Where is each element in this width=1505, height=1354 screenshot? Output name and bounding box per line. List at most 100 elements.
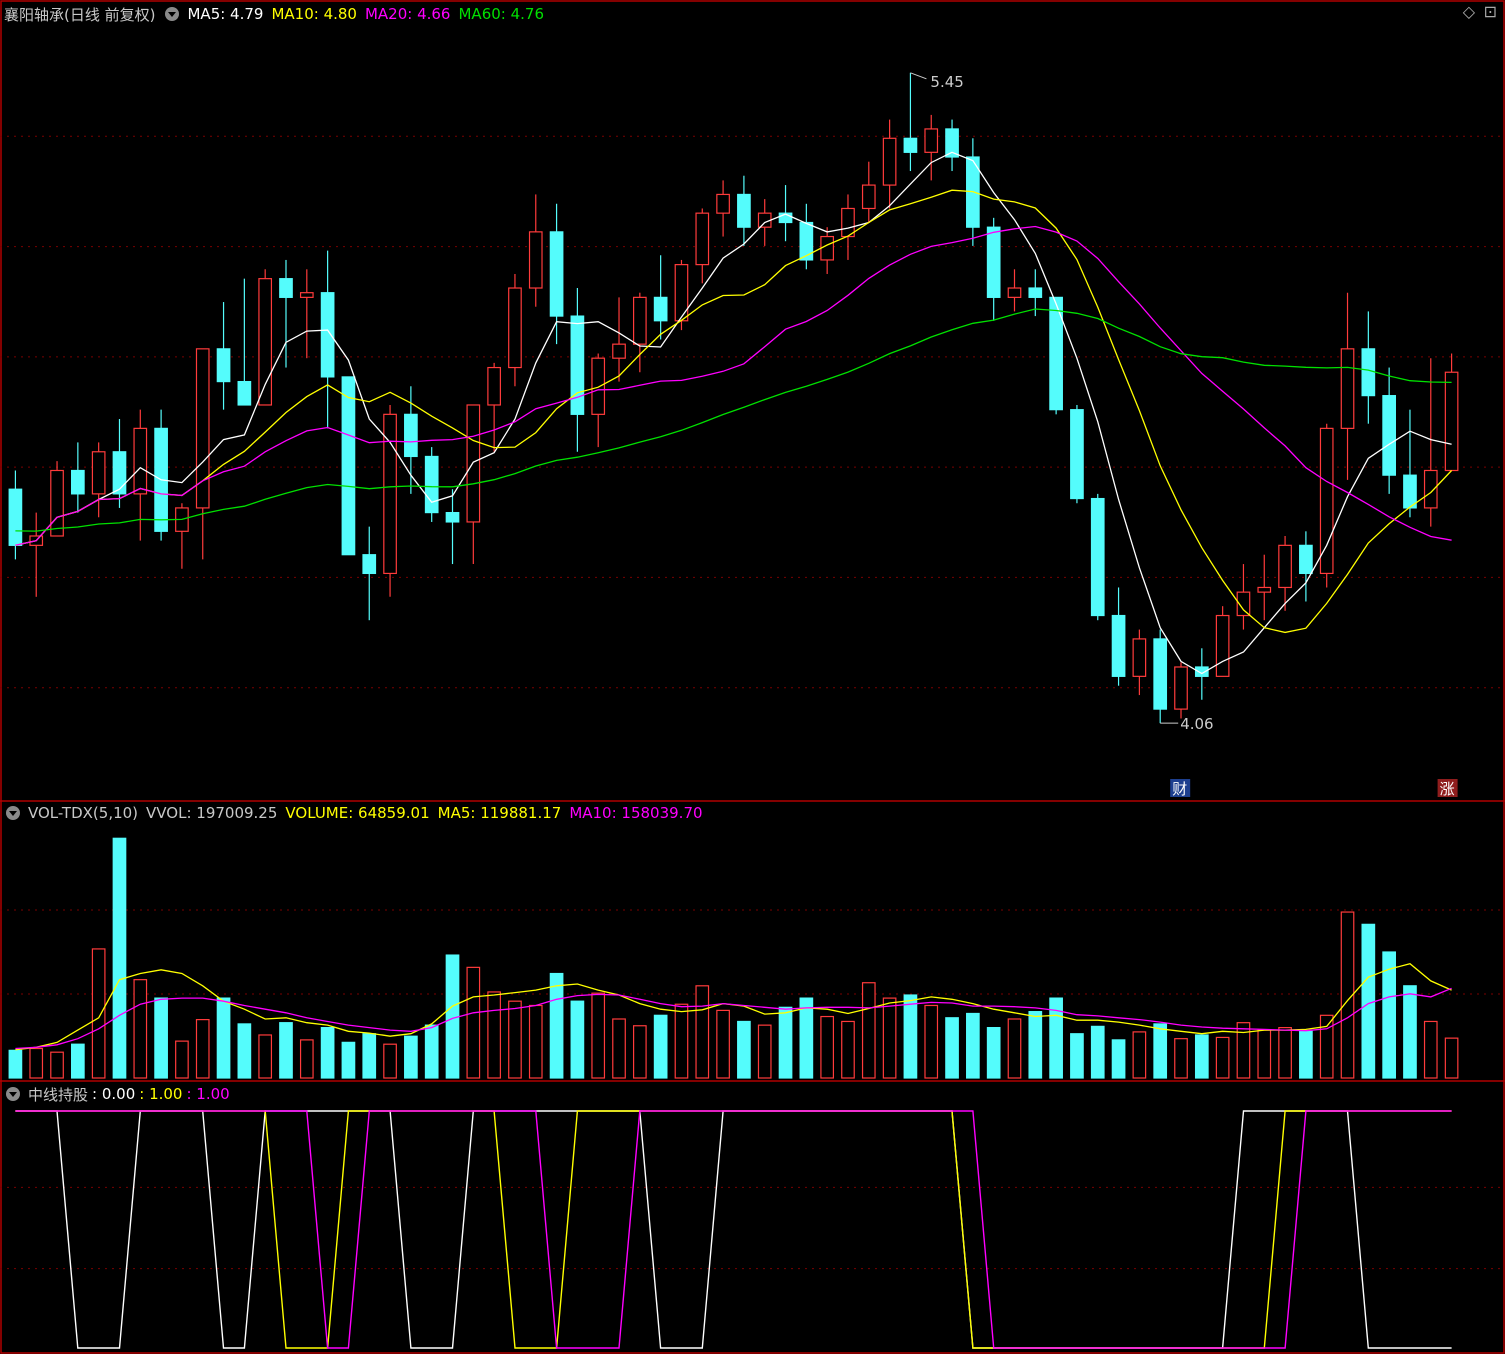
volume-bar [924, 1004, 939, 1079]
dropdown-icon[interactable] [6, 1087, 20, 1101]
volume-bar [1174, 1038, 1188, 1079]
chart-canvas[interactable]: 5.45 4.06 财 涨 [0, 0, 1505, 1354]
volume-bar [674, 1003, 689, 1079]
volume-bar [8, 1049, 23, 1079]
candle-body [1090, 497, 1105, 617]
candle-body [1444, 371, 1459, 472]
candle-body [91, 451, 106, 495]
vol-ma5-readout: MA5: 119881.17 [437, 804, 562, 822]
candle-body [445, 511, 460, 523]
candle-body [737, 193, 751, 228]
frame [0, 0, 1505, 1354]
volume-bar [1132, 1031, 1147, 1079]
chart-stage[interactable]: 5.45 4.06 财 涨 襄阳轴承(日线 前复权) MA5: 4.79 MA10: … [0, 0, 1505, 1354]
indicator-v2: : 1.00 [139, 1085, 183, 1103]
dropdown-icon[interactable] [6, 806, 20, 820]
candle-body [404, 413, 418, 458]
volume-bar [653, 1014, 668, 1079]
candle-body [1257, 586, 1272, 593]
volume-bar [1111, 1039, 1126, 1079]
candle-body [716, 193, 730, 214]
volume-bar [279, 1022, 293, 1079]
volume-bar [71, 1043, 85, 1079]
vol-name: VOL-TDX(5,10) [28, 804, 139, 822]
indicator-v3: : 1.00 [186, 1085, 230, 1103]
candle-body [528, 231, 543, 289]
candle-body [591, 357, 606, 415]
volume-bar [508, 1000, 522, 1079]
candle-body [1007, 287, 1022, 298]
grid [0, 0, 1505, 1354]
candle-body [279, 278, 293, 298]
volume-bar [133, 979, 148, 1079]
ma5-readout: MA5: 4.79 [187, 5, 264, 23]
candle-body [8, 488, 23, 546]
volume-bar [1444, 1037, 1459, 1079]
diamond-icon[interactable]: ◇ [1463, 2, 1475, 21]
volume-bar [1153, 1023, 1168, 1079]
volume-bar [487, 991, 501, 1079]
candle-body [1028, 287, 1043, 298]
volume-bar [258, 1034, 273, 1079]
volume-bar [29, 1047, 44, 1079]
volume-bar [1090, 1025, 1105, 1079]
candle-body [986, 226, 1001, 298]
volume-bar [903, 994, 918, 1079]
candle-body [1278, 544, 1292, 589]
volume-bar [424, 1024, 439, 1079]
indicator-name: 中线持股 [28, 1085, 89, 1104]
indicator-plot [15, 1110, 1452, 1349]
volume-bar [112, 837, 127, 1079]
volume-bar [737, 1020, 751, 1079]
ma60-line [15, 308, 1452, 532]
candle-body [1361, 348, 1376, 397]
volume-bar [320, 1026, 335, 1079]
candle-body [674, 264, 689, 322]
volume-bar [1423, 1020, 1438, 1079]
volume-bar [404, 1035, 418, 1079]
volume-bar [799, 997, 814, 1079]
volume-bar [1403, 985, 1417, 1079]
volume-bar [778, 1006, 793, 1079]
stock-title: 襄阳轴承(日线 前复权) [4, 5, 156, 24]
ma20-readout: MA20: 4.66 [364, 5, 451, 23]
ma20-line [15, 225, 1452, 546]
volume-ma5-line [15, 962, 1452, 1051]
ma5-line [15, 151, 1452, 675]
candle-body [799, 221, 814, 261]
volume-bar [820, 1015, 835, 1079]
volume-bar [612, 1018, 626, 1079]
expand-icon[interactable]: ⊡ [1484, 2, 1497, 21]
volume-plot [8, 837, 1459, 1079]
volume-bar [1070, 1033, 1084, 1079]
volume-ma10-line [15, 987, 1452, 1050]
indicator-white-line [15, 1110, 1452, 1349]
volume-bar [1361, 923, 1376, 1079]
candle-body [1340, 348, 1355, 429]
volume-bar [216, 997, 231, 1079]
candle-body [549, 231, 564, 317]
indicator-yellow-line [15, 1110, 1452, 1349]
volume-bar [757, 1024, 772, 1079]
candle-body [341, 376, 356, 556]
dropdown-icon[interactable] [165, 7, 180, 21]
candle-body [133, 427, 148, 495]
volume-readout: VOLUME: 64859.01 [285, 804, 430, 822]
volume-bar [841, 1020, 855, 1079]
volume-bar [299, 1039, 314, 1079]
candle-body [632, 296, 647, 345]
volume-bar [1257, 1029, 1272, 1079]
candle-body [50, 469, 64, 537]
volume-bar [445, 954, 460, 1079]
tag-cai: 财 [1172, 780, 1187, 798]
candle-body [71, 469, 85, 495]
candle-body [570, 315, 585, 415]
candle-body [424, 455, 439, 514]
candle-body [216, 348, 231, 383]
candle-body [1215, 614, 1230, 677]
volume-bar [570, 1000, 585, 1079]
candle-body [1111, 614, 1126, 677]
candle-body [112, 451, 127, 495]
candle-body [695, 212, 710, 266]
ma60-readout: MA60: 4.76 [458, 5, 544, 23]
